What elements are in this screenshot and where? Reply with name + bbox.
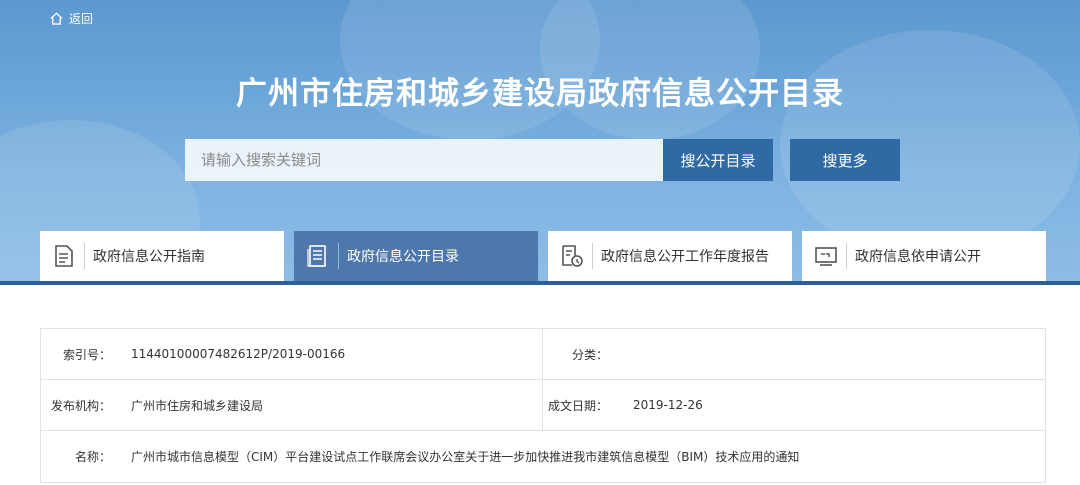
date-label: 成文日期：	[547, 398, 608, 413]
document-metadata-table: 索引号： 11440100007482612P/2019-00166 分类： 发…	[40, 328, 1046, 483]
name-label: 名称：	[74, 450, 111, 464]
publisher-label: 发布机构：	[50, 398, 111, 413]
index-label: 索引号：	[62, 347, 111, 362]
table-row: 名称： 广州市城市信息模型（CIM）平台建设试点工作联席会议办公室关于进一步加快…	[41, 431, 1045, 482]
back-link[interactable]: 返回	[50, 10, 93, 27]
tab-divider	[84, 243, 85, 269]
report-icon	[562, 245, 583, 267]
catalog-icon	[307, 245, 326, 267]
tab-label: 政府信息公开目录	[347, 249, 459, 265]
tab-divider	[592, 243, 593, 269]
tab-application-disclosure[interactable]: 政府信息依申请公开	[802, 231, 1046, 281]
category-value	[618, 329, 633, 379]
application-icon	[815, 247, 837, 266]
publisher-value: 广州市住房和城乡建设局	[131, 398, 264, 413]
nav-underline-bar	[0, 281, 1080, 285]
table-row: 索引号： 11440100007482612P/2019-00166 分类：	[41, 329, 1045, 380]
tab-divider	[846, 243, 847, 269]
back-label: 返回	[69, 12, 94, 26]
tab-divider	[338, 243, 339, 269]
tab-annual-report[interactable]: 政府信息公开工作年度报告	[548, 231, 792, 281]
search-input[interactable]	[185, 139, 663, 181]
category-label: 分类：	[571, 347, 608, 362]
home-icon	[50, 12, 63, 25]
table-row: 发布机构： 广州市住房和城乡建设局 成文日期： 2019-12-26	[41, 380, 1045, 431]
name-value: 广州市城市信息模型（CIM）平台建设试点工作联席会议办公室关于进一步加快推进我市…	[131, 450, 800, 464]
tab-disclosure-guide[interactable]: 政府信息公开指南	[40, 231, 284, 281]
tab-disclosure-catalog[interactable]: 政府信息公开目录	[294, 231, 538, 281]
tab-label: 政府信息依申请公开	[855, 249, 981, 265]
search-more-button[interactable]: 搜更多	[790, 139, 900, 181]
date-value: 2019-12-26	[633, 398, 703, 412]
tab-label: 政府信息公开工作年度报告	[601, 249, 769, 265]
index-value: 11440100007482612P/2019-00166	[131, 347, 346, 361]
tab-label: 政府信息公开指南	[93, 249, 205, 265]
search-catalog-button[interactable]: 搜公开目录	[663, 139, 773, 181]
page-title: 广州市住房和城乡建设局政府信息公开目录	[236, 76, 844, 112]
document-list-icon	[55, 245, 73, 267]
